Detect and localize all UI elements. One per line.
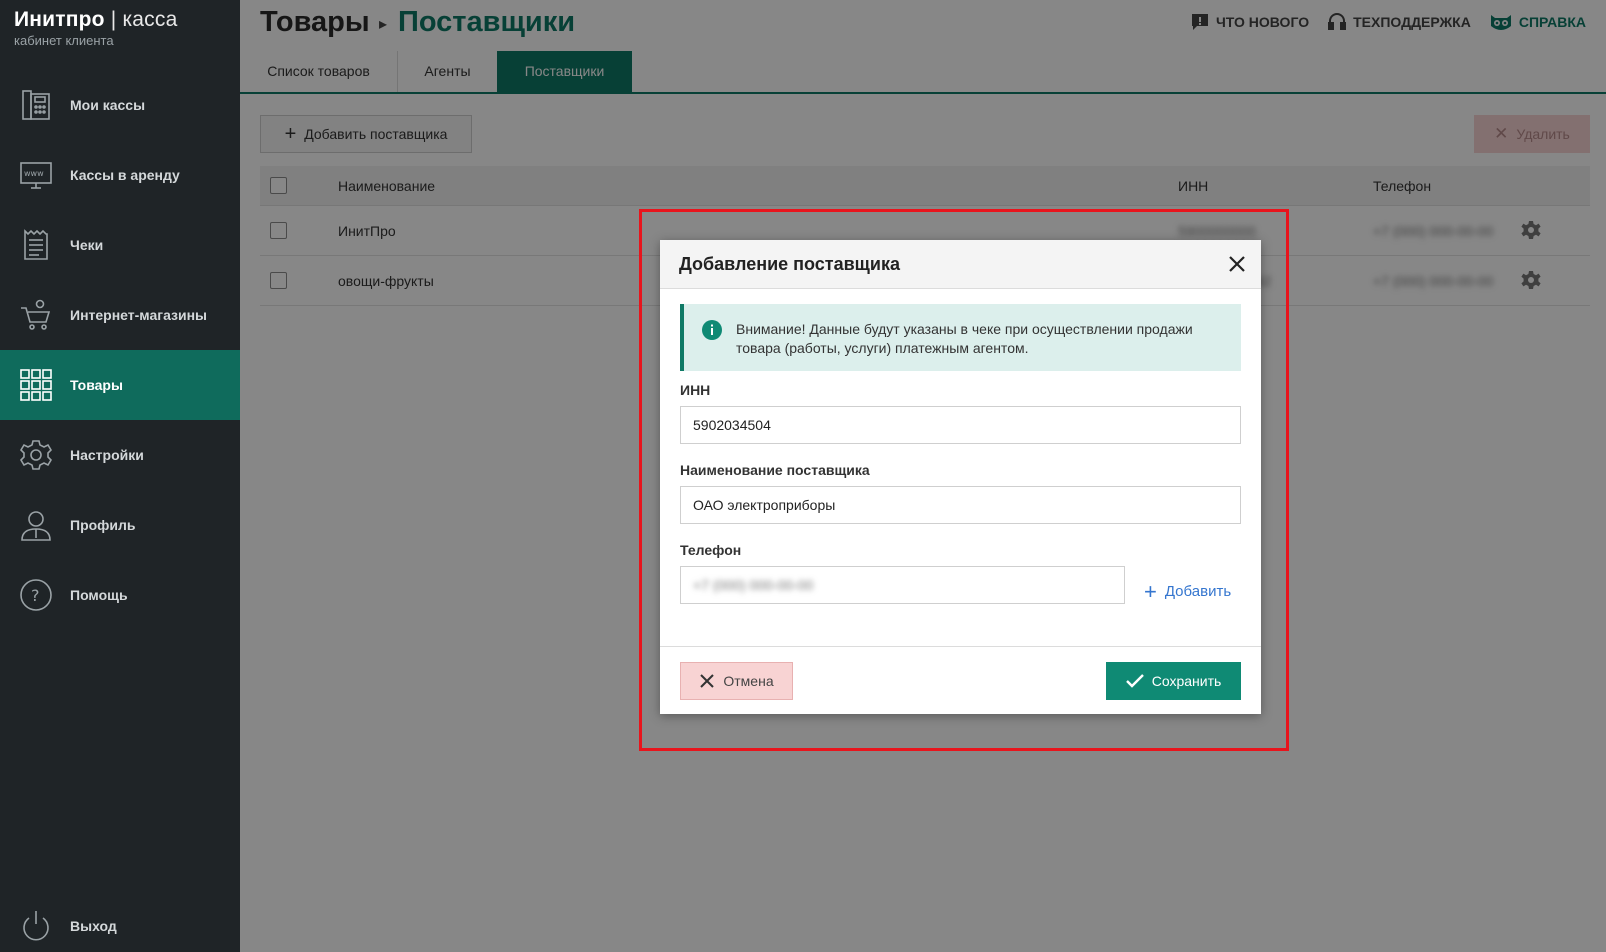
svg-text:www: www: [24, 169, 44, 178]
close-icon[interactable]: [1225, 252, 1249, 276]
brand-logo[interactable]: Инитпро | касса кабинет клиента: [14, 8, 177, 48]
sidebar-item-receipts[interactable]: Чеки: [0, 210, 240, 280]
phone-label: Телефон: [680, 542, 742, 558]
grid-icon: [18, 367, 54, 403]
sidebar-item-settings[interactable]: Настройки: [0, 420, 240, 490]
sidebar-item-my-registers[interactable]: Мои кассы: [0, 70, 240, 140]
dialog-header: Добавление поставщика: [660, 240, 1261, 289]
receipt-icon: [18, 227, 54, 263]
sidebar-item-logout[interactable]: Выход: [0, 891, 240, 952]
sidebar-item-label: Настройки: [70, 447, 144, 463]
sidebar-item-label: Кассы в аренду: [70, 167, 180, 183]
inn-label: ИНН: [680, 382, 711, 398]
sidebar-item-goods[interactable]: Товары: [0, 350, 240, 420]
brand-subtitle: кабинет клиента: [14, 33, 114, 48]
plus-icon: +: [1144, 578, 1157, 604]
phone-field[interactable]: +7 (000) 000-00-00: [680, 566, 1125, 604]
sidebar-item-rent-registers[interactable]: www Кассы в аренду: [0, 140, 240, 210]
www-monitor-icon: www: [18, 157, 54, 193]
user-icon: [18, 507, 54, 543]
sidebar-item-online-shops[interactable]: Интернет-магазины: [0, 280, 240, 350]
supplier-name-label: Наименование поставщика: [680, 462, 870, 478]
sidebar-item-label: Профиль: [70, 517, 136, 533]
inn-field[interactable]: 5902034504: [680, 406, 1241, 444]
supplier-name-field[interactable]: ОАО электроприборы: [680, 486, 1241, 524]
add-phone-link[interactable]: + Добавить: [1144, 578, 1232, 604]
sidebar-item-label: Помощь: [70, 587, 128, 603]
svg-text:?: ?: [31, 586, 40, 605]
sidebar-item-profile[interactable]: Профиль: [0, 490, 240, 560]
cancel-button[interactable]: Отмена: [680, 662, 793, 700]
brand-title: Инитпро | касса: [14, 8, 178, 31]
dialog-title: Добавление поставщика: [679, 254, 900, 274]
close-icon: [700, 674, 715, 688]
sidebar-item-label: Чеки: [70, 237, 104, 253]
save-label: Сохранить: [1151, 673, 1222, 689]
shopping-cart-icon: [18, 297, 54, 333]
add-phone-label: Добавить: [1164, 583, 1232, 600]
gear-icon: [18, 437, 54, 473]
sidebar-nav: Мои кассы www Кассы в аренду Чеки Интерн…: [0, 70, 240, 630]
phone-value: +7 (000) 000-00-00: [693, 577, 814, 593]
info-alert: Внимание! Данные будут указаны в чеке пр…: [680, 304, 1241, 371]
sidebar-item-label: Мои кассы: [70, 97, 146, 113]
sidebar-item-label: Выход: [70, 918, 117, 934]
sidebar-item-label: Интернет-магазины: [70, 307, 208, 323]
add-supplier-dialog: Добавление поставщика Внимание! Данные б…: [660, 240, 1261, 714]
help-icon: ?: [18, 577, 54, 613]
check-icon: [1125, 674, 1144, 688]
cash-register-icon: [18, 87, 54, 123]
dialog-footer: Отмена Сохранить: [660, 646, 1261, 714]
cancel-label: Отмена: [723, 673, 774, 689]
save-button[interactable]: Сохранить: [1106, 662, 1241, 700]
info-icon: [702, 320, 722, 345]
sidebar: Инитпро | касса кабинет клиента Мои касс…: [0, 0, 240, 952]
power-icon: [18, 908, 54, 944]
sidebar-item-label: Товары: [70, 377, 123, 393]
sidebar-item-help[interactable]: ? Помощь: [0, 560, 240, 630]
alert-text: Внимание! Данные будут указаны в чеке пр…: [736, 321, 1193, 356]
